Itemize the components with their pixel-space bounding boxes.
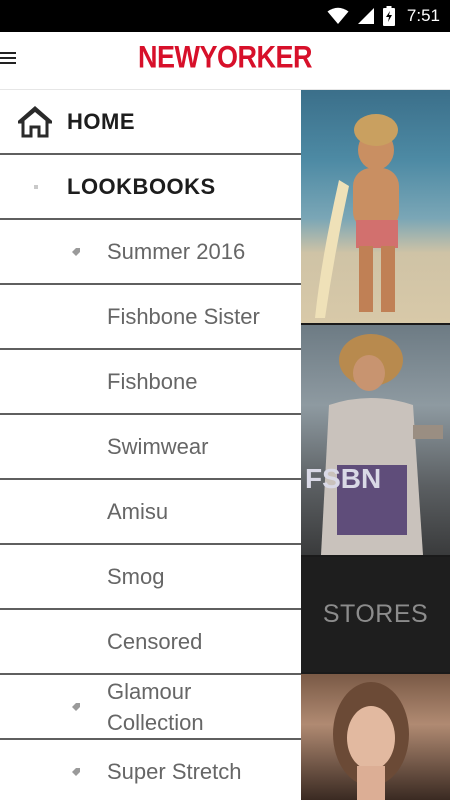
drawer-subitem-label: Super Stretch <box>107 758 242 784</box>
festival-model-image <box>321 334 443 555</box>
drawer-subitem-label: Fishbone <box>107 368 198 394</box>
drawer-subitem-glamour-collection[interactable]: Glamour Collection <box>0 675 301 740</box>
lookbook-tile-beach[interactable] <box>301 90 450 323</box>
drawer-subitem-fishbone-sister[interactable]: Fishbone Sister <box>0 285 301 350</box>
drawer-subitem-label: Glamour Collection <box>107 678 204 735</box>
drawer-item-lookbooks[interactable]: LOOKBOOKS <box>0 155 301 220</box>
drawer-item-label: HOME <box>67 108 135 134</box>
lookbook-tile-festival[interactable]: FSBN <box>301 325 450 555</box>
drawer-subitem-fishbone[interactable]: Fishbone <box>0 350 301 415</box>
drawer-item-label: LOOKBOOKS <box>67 173 216 199</box>
drawer-subitem-label: Censored <box>107 628 203 654</box>
drawer-subitem-super-stretch[interactable]: Super Stretch <box>0 740 301 800</box>
tag-icon <box>72 703 80 711</box>
drawer-subitem-censored[interactable]: Censored <box>0 610 301 675</box>
status-icons: 7:51 <box>327 0 440 32</box>
drawer-subitem-smog[interactable]: Smog <box>0 545 301 610</box>
drawer-subitem-amisu[interactable]: Amisu <box>0 480 301 545</box>
drawer-subitem-label: Amisu <box>107 498 169 524</box>
wifi-icon <box>327 7 349 24</box>
drawer-subitem-label: Swimwear <box>107 433 209 459</box>
home-icon <box>18 106 52 138</box>
drawer-subitem-swimwear[interactable]: Swimwear <box>0 415 301 480</box>
beach-surfer-image <box>315 114 399 318</box>
tag-icon <box>72 768 80 776</box>
drawer-subitem-label: Fishbone Sister <box>107 303 260 329</box>
lookbook-tile-portrait[interactable] <box>301 674 450 800</box>
drawer-subitem-summer-2016[interactable]: Summer 2016 <box>0 220 301 285</box>
tag-icon <box>72 248 80 256</box>
bullet-icon <box>34 185 38 189</box>
shirt-print-text: FSBN <box>305 463 382 494</box>
drawer-item-home[interactable]: HOME <box>0 90 301 155</box>
home-content: FSBN STORES <box>301 90 450 800</box>
stores-label: STORES <box>322 600 429 628</box>
brand-logo[interactable]: NEWYORKER <box>0 40 450 76</box>
drawer-subitem-label: Summer 2016 <box>107 238 246 264</box>
portrait-model-image <box>333 682 409 800</box>
stores-tile[interactable]: STORES <box>301 557 450 672</box>
status-time: 7:51 <box>406 6 440 25</box>
app-screen: 7:51 NEWYORKER FSBN STORES HOME LOOKBOOK… <box>0 0 450 800</box>
drawer-subitem-label: Smog <box>107 563 165 589</box>
cell-signal-icon <box>357 8 374 24</box>
battery-charging-icon <box>382 6 395 26</box>
status-bar: 7:51 <box>0 0 450 32</box>
navigation-drawer: HOME LOOKBOOKS Summer 2016 Fishbone Sist… <box>0 90 301 800</box>
app-bar: NEWYORKER <box>0 32 450 90</box>
